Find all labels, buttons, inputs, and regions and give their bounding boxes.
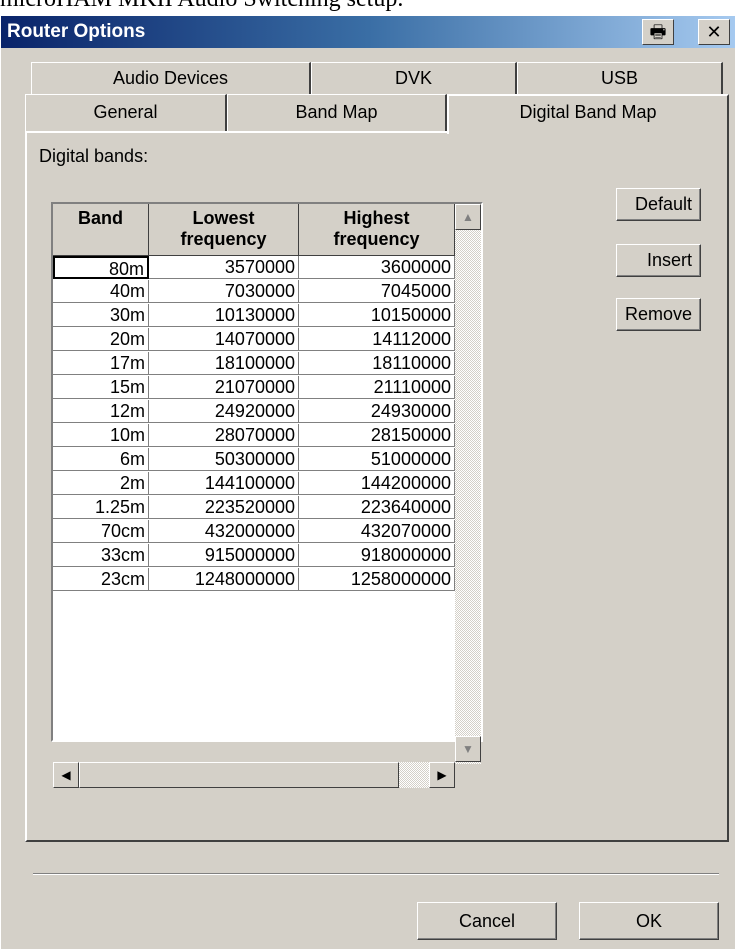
arrow-right-icon: ▶ xyxy=(437,768,447,782)
band-cell[interactable]: 2m xyxy=(53,472,149,495)
horizontal-scrollbar[interactable]: ◀ ▶ xyxy=(53,762,455,788)
highest-frequency-cell[interactable]: 1258000000 xyxy=(299,568,455,591)
cancel-button[interactable]: Cancel xyxy=(417,902,557,940)
default-button[interactable]: Default xyxy=(616,188,701,221)
band-cell[interactable]: 33cm xyxy=(53,544,149,567)
band-cell[interactable]: 12m xyxy=(53,400,149,423)
close-button[interactable]: ✕ xyxy=(698,19,730,45)
lowest-frequency-cell[interactable]: 7030000 xyxy=(149,280,299,303)
highest-frequency-cell[interactable]: 432070000 xyxy=(299,520,455,543)
band-cell[interactable]: 80m xyxy=(53,256,149,279)
vertical-scrollbar[interactable]: ▲ ▼ xyxy=(455,204,481,764)
lowest-frequency-cell[interactable]: 14070000 xyxy=(149,328,299,351)
highest-frequency-cell[interactable]: 28150000 xyxy=(299,424,455,447)
highest-frequency-cell[interactable]: 51000000 xyxy=(299,448,455,471)
tab-audio-devices[interactable]: Audio Devices xyxy=(31,62,311,94)
highest-frequency-cell[interactable]: 14112000 xyxy=(299,328,455,351)
band-cell[interactable]: 10m xyxy=(53,424,149,447)
scroll-down-button[interactable]: ▼ xyxy=(455,736,481,762)
band-cell[interactable]: 30m xyxy=(53,304,149,327)
lowest-frequency-cell[interactable]: 18100000 xyxy=(149,352,299,375)
arrow-left-icon: ◀ xyxy=(61,768,71,782)
highest-frequency-cell[interactable]: 918000000 xyxy=(299,544,455,567)
tab-usb[interactable]: USB xyxy=(517,62,723,94)
footer-divider xyxy=(33,873,719,875)
scroll-left-button[interactable]: ◀ xyxy=(53,762,79,788)
highest-frequency-cell[interactable]: 223640000 xyxy=(299,496,455,519)
column-header-lowest[interactable]: Lowest frequency xyxy=(149,204,299,256)
highest-frequency-cell[interactable]: 24930000 xyxy=(299,400,455,423)
scroll-thumb[interactable] xyxy=(79,762,399,788)
close-icon: ✕ xyxy=(706,22,722,42)
band-cell[interactable]: 20m xyxy=(53,328,149,351)
ok-button[interactable]: OK xyxy=(579,902,719,940)
lowest-frequency-cell[interactable]: 24920000 xyxy=(149,400,299,423)
scroll-up-button[interactable]: ▲ xyxy=(455,204,481,230)
highest-frequency-cell[interactable]: 21110000 xyxy=(299,376,455,399)
band-cell[interactable]: 15m xyxy=(53,376,149,399)
highest-frequency-cell[interactable]: 144200000 xyxy=(299,472,455,495)
tab-general[interactable]: General xyxy=(25,94,227,131)
highest-frequency-cell[interactable]: 7045000 xyxy=(299,280,455,303)
column-header-highest[interactable]: Highest frequency xyxy=(299,204,455,256)
band-cell[interactable]: 23cm xyxy=(53,568,149,591)
highest-frequency-cell[interactable]: 18110000 xyxy=(299,352,455,375)
print-button[interactable]: 🖶 xyxy=(642,19,674,45)
arrow-up-icon: ▲ xyxy=(462,210,474,224)
highest-frequency-cell[interactable]: 10150000 xyxy=(299,304,455,327)
highest-frequency-cell[interactable]: 3600000 xyxy=(299,256,455,279)
lowest-frequency-cell[interactable]: 144100000 xyxy=(149,472,299,495)
lowest-frequency-cell[interactable]: 28070000 xyxy=(149,424,299,447)
arrow-down-icon: ▼ xyxy=(462,742,474,756)
title-bar[interactable]: Router Options 🖶 ✕ xyxy=(1,16,735,48)
band-cell[interactable]: 6m xyxy=(53,448,149,471)
digital-bands-label: Digital bands: xyxy=(39,146,149,166)
page-caption: microHAM MKII Audio Switching setup. xyxy=(0,0,735,16)
band-cell[interactable]: 40m xyxy=(53,280,149,303)
remove-button[interactable]: Remove xyxy=(616,298,701,331)
lowest-frequency-cell[interactable]: 1248000000 xyxy=(149,568,299,591)
band-cell[interactable]: 1.25m xyxy=(53,496,149,519)
lowest-frequency-cell[interactable]: 21070000 xyxy=(149,376,299,399)
lowest-frequency-cell[interactable]: 223520000 xyxy=(149,496,299,519)
insert-button[interactable]: Insert xyxy=(616,244,701,277)
router-options-dialog: Router Options 🖶 ✕ Audio Devices DVK USB… xyxy=(0,16,735,949)
band-cell[interactable]: 17m xyxy=(53,352,149,375)
tab-dvk[interactable]: DVK xyxy=(311,62,517,94)
band-cell[interactable]: 70cm xyxy=(53,520,149,543)
printer-icon: 🖶 xyxy=(649,22,667,42)
column-header-band[interactable]: Band xyxy=(53,204,149,256)
lowest-frequency-cell[interactable]: 50300000 xyxy=(149,448,299,471)
lowest-frequency-cell[interactable]: 3570000 xyxy=(149,256,299,279)
scroll-right-button[interactable]: ▶ xyxy=(429,762,455,788)
lowest-frequency-cell[interactable]: 915000000 xyxy=(149,544,299,567)
tab-digital-band-map[interactable]: Digital Band Map xyxy=(447,94,729,134)
window-title: Router Options xyxy=(7,21,146,42)
tab-band-map[interactable]: Band Map xyxy=(227,94,447,131)
lowest-frequency-cell[interactable]: 10130000 xyxy=(149,304,299,327)
lowest-frequency-cell[interactable]: 432000000 xyxy=(149,520,299,543)
band-table[interactable]: Band Lowest frequency Highest frequency 80… xyxy=(51,202,483,788)
